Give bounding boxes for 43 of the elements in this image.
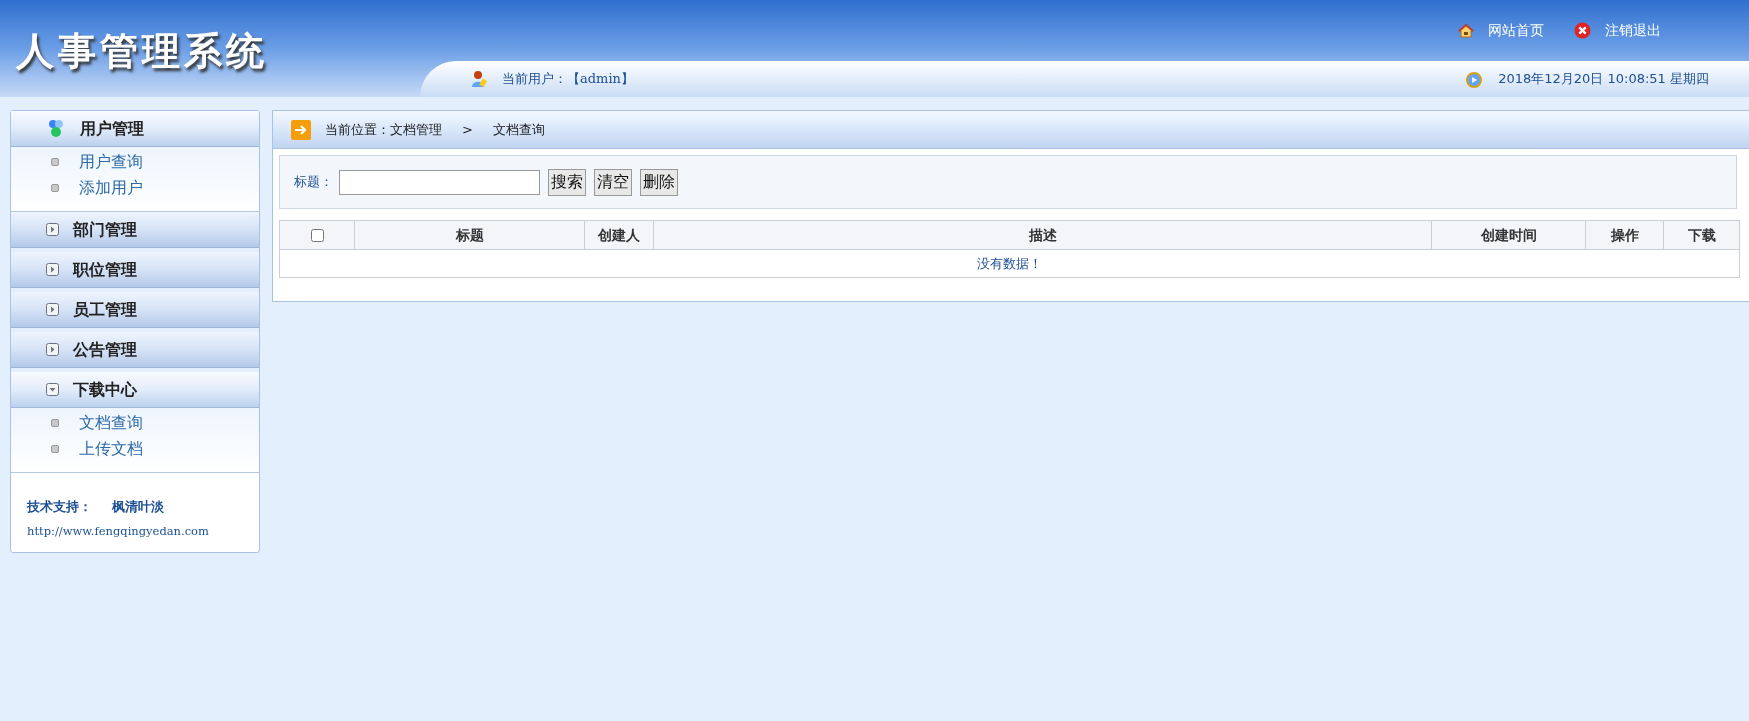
current-user: 【admin】 [567, 70, 634, 89]
sidebar-item[interactable]: 文档查询 [11, 410, 259, 436]
toolbar-button[interactable]: 搜索 [548, 168, 586, 196]
column-header: 描述 [653, 220, 1432, 250]
sidebar-item[interactable]: 上传文档 [11, 436, 259, 462]
column-header: 创建人 [584, 220, 654, 250]
sidebar-group-header[interactable]: 下载中心 [11, 372, 259, 408]
breadcrumb-item[interactable]: 文档查询 [492, 119, 545, 140]
sidebar-group-header[interactable]: 用户管理 [11, 111, 259, 147]
sidebar-group-header[interactable]: 员工管理 [11, 292, 259, 328]
current-user-label: 当前用户： [502, 70, 567, 89]
bullet-icon [51, 184, 59, 192]
column-header: 下载 [1663, 220, 1740, 250]
empty-message: 没有数据！ [279, 249, 1740, 278]
sidebar-group-header[interactable]: 公告管理 [11, 332, 259, 368]
title-input[interactable] [339, 169, 540, 195]
support-url: http://www.fengqingyedan.com [27, 522, 210, 540]
toolbar-button[interactable]: 删除 [640, 168, 678, 196]
user-icon [470, 70, 488, 88]
date-time: 2018年12月20日 10:08:51 星期四 [1498, 70, 1709, 89]
column-header: 操作 [1585, 220, 1664, 250]
bullet-icon [51, 158, 59, 166]
breadcrumb-separator: > [461, 120, 474, 139]
search-label: 标题： [294, 173, 333, 192]
bullet-icon [51, 445, 59, 453]
app-logo: 人事管理系统 [16, 28, 268, 75]
support-name: 枫清叶淡 [112, 498, 164, 516]
breadcrumb-item[interactable]: 文档管理 [390, 119, 442, 140]
users-icon [46, 118, 66, 139]
bullet-icon [51, 419, 59, 427]
select-all-checkbox[interactable] [310, 229, 324, 242]
sidebar-item[interactable]: 用户查询 [11, 149, 259, 175]
toolbar-button[interactable]: 清空 [594, 168, 632, 196]
close-icon [1574, 22, 1591, 39]
arrow-right-icon [291, 119, 311, 140]
house-icon [1458, 22, 1474, 39]
column-header: 标题 [354, 220, 585, 250]
support-label: 技术支持： [27, 498, 92, 516]
column-header: 创建时间 [1431, 220, 1586, 250]
sidebar-group-header[interactable]: 部门管理 [11, 212, 259, 248]
sidebar-group-header[interactable]: 职位管理 [11, 252, 259, 288]
breadcrumb-label: 当前位置： [325, 120, 390, 139]
sidebar-item[interactable]: 添加用户 [11, 175, 259, 201]
